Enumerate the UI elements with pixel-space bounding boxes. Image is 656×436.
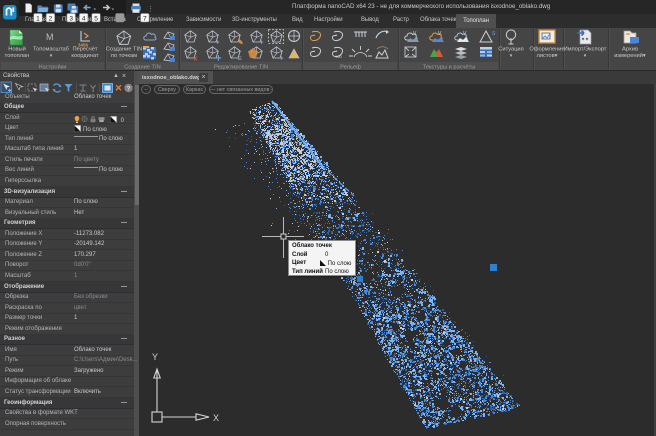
svg-text:X: X xyxy=(213,413,219,423)
svg-text:Y: Y xyxy=(152,352,158,362)
